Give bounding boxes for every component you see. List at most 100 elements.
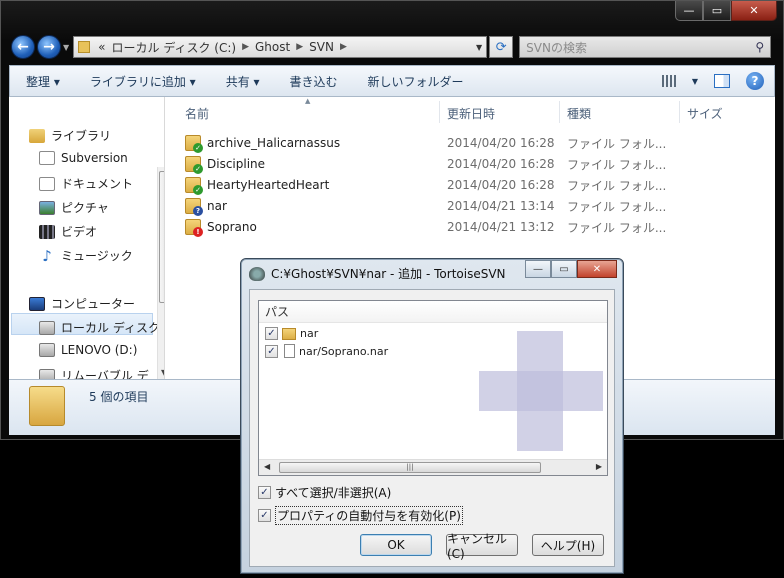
file-name: Discipline: [207, 157, 266, 171]
auto-props-checkbox[interactable]: ✓ プロパティの自動付与を有効化(P): [258, 506, 463, 525]
file-date: 2014/04/20 16:28: [447, 157, 555, 171]
file-row[interactable]: ✓ HeartyHeartedHeart 2014/04/20 16:28 ファ…: [185, 175, 765, 195]
file-icon: [284, 344, 295, 358]
add-plus-icon-bar: [479, 371, 603, 411]
file-row[interactable]: ! Soprano 2014/04/21 13:12 ファイル フォル...: [185, 217, 765, 237]
file-row[interactable]: ✓ archive_Halicarnassus 2014/04/20 16:28…: [185, 133, 765, 153]
view-options-icon[interactable]: [661, 75, 676, 87]
column-divider[interactable]: [439, 101, 440, 123]
file-name: nar: [207, 199, 227, 213]
search-input[interactable]: SVNの検索 ⚲: [519, 36, 772, 58]
nav-label: ピクチャ: [61, 201, 109, 215]
minimize-button[interactable]: —: [675, 1, 703, 21]
column-header-name[interactable]: 名前: [185, 101, 209, 125]
chevron-right-icon[interactable]: ▶: [340, 42, 347, 52]
checkbox-box[interactable]: ✓: [258, 509, 271, 522]
file-row[interactable]: ✓ Discipline 2014/04/20 16:28 ファイル フォル..…: [185, 154, 765, 174]
folder-icon: [78, 41, 91, 53]
scroll-right-icon[interactable]: ▶: [596, 462, 602, 471]
add-to-library-button[interactable]: ライブラリに追加 ▾: [90, 73, 196, 90]
dialog-caption-buttons: — ▭ ✕: [525, 260, 617, 278]
library-icon: [29, 128, 45, 143]
item-path: nar: [300, 327, 319, 340]
column-divider[interactable]: [559, 101, 560, 123]
nav-item-pictures[interactable]: ピクチャ: [39, 199, 109, 216]
close-button[interactable]: ✕: [731, 1, 777, 21]
nav-scrollbar[interactable]: ▼: [157, 167, 164, 379]
help-icon[interactable]: ?: [746, 72, 764, 90]
scroll-thumb[interactable]: |||: [279, 462, 541, 473]
dialog-close-button[interactable]: ✕: [577, 260, 617, 278]
nav-item-computer[interactable]: コンピューター: [29, 295, 135, 312]
video-icon: [39, 224, 55, 239]
column-header-type[interactable]: 種類: [567, 101, 591, 125]
share-button[interactable]: 共有 ▾: [226, 73, 260, 90]
picture-icon: [39, 200, 55, 215]
nav-item-music[interactable]: ♪ ミュージック: [39, 247, 133, 264]
crumb-svn[interactable]: SVN: [309, 40, 334, 54]
address-overflow[interactable]: «: [98, 40, 105, 54]
nav-label: ライブラリ: [51, 129, 112, 143]
nav-label: リムーバブル デ: [61, 369, 149, 379]
column-header-path[interactable]: パス: [259, 301, 607, 323]
search-icon[interactable]: ⚲: [755, 40, 764, 54]
removable-drive-icon: [39, 368, 55, 379]
recent-pages-dropdown[interactable]: ▼: [63, 43, 69, 52]
dialog-minimize-button[interactable]: —: [525, 260, 551, 278]
preview-pane-icon[interactable]: [714, 74, 730, 88]
maximize-button[interactable]: ▭: [703, 1, 731, 21]
column-header-size[interactable]: サイズ: [687, 101, 723, 125]
burn-button[interactable]: 書き込む: [290, 73, 338, 90]
item-count: 5 個の項目: [89, 390, 149, 404]
item-path: nar/Soprano.nar: [299, 344, 389, 358]
file-date: 2014/04/20 16:28: [447, 136, 555, 150]
nav-item-subversion[interactable]: Subversion: [39, 151, 128, 165]
column-divider[interactable]: [679, 101, 680, 123]
checkbox-box[interactable]: ✓: [258, 486, 271, 499]
view-dropdown-icon[interactable]: ▼: [692, 77, 698, 86]
hard-drive-icon: [39, 320, 55, 335]
organize-button[interactable]: 整理 ▾: [26, 73, 60, 90]
file-date: 2014/04/21 13:14: [447, 199, 555, 213]
help-button[interactable]: ヘルプ(H): [532, 534, 604, 556]
nav-label: LENOVO (D:): [61, 343, 138, 357]
file-name: Soprano: [207, 220, 257, 234]
search-placeholder: SVNの検索: [526, 40, 587, 55]
address-bar[interactable]: « ローカル ディスク (C:) ▶ Ghost ▶ SVN ▶ ▼: [73, 36, 488, 58]
nav-item-libraries[interactable]: ライブラリ: [29, 127, 111, 144]
crumb-ghost[interactable]: Ghost: [255, 40, 290, 54]
chevron-right-icon[interactable]: ▶: [296, 42, 303, 52]
drive-icon: [39, 343, 55, 357]
item-checkbox[interactable]: ✓: [265, 327, 278, 340]
file-row[interactable]: ? nar 2014/04/21 13:14 ファイル フォル...: [185, 196, 765, 216]
nav-item-documents[interactable]: ドキュメント: [39, 175, 133, 192]
cancel-button[interactable]: キャンセル(C): [446, 532, 518, 561]
list-hscrollbar[interactable]: ◀ ||| ▶: [259, 459, 607, 475]
subversion-library-icon: [39, 151, 55, 165]
nav-item-local-disk[interactable]: ローカル ディスク: [39, 319, 160, 336]
column-header-date[interactable]: 更新日時: [447, 101, 495, 125]
nav-item-videos[interactable]: ビデオ: [39, 223, 97, 240]
scroll-left-icon[interactable]: ◀: [264, 462, 270, 471]
item-checkbox[interactable]: ✓: [265, 344, 278, 358]
question-overlay-icon: ?: [193, 206, 203, 216]
nav-item-removable[interactable]: リムーバブル デ: [39, 367, 149, 379]
path-list[interactable]: パス ✓ nar ✓ nar/Soprano.nar ◀ ||| ▶: [258, 300, 608, 476]
dialog-maximize-button[interactable]: ▭: [551, 260, 577, 278]
new-folder-button[interactable]: 新しいフォルダー: [368, 73, 464, 90]
ok-button[interactable]: OK: [360, 534, 432, 556]
chevron-right-icon[interactable]: ▶: [242, 42, 249, 52]
forward-button[interactable]: →: [37, 35, 61, 59]
list-item[interactable]: ✓ nar: [265, 327, 318, 340]
crumb-local-disk[interactable]: ローカル ディスク (C:): [112, 39, 237, 56]
document-icon: [39, 176, 55, 191]
dialog-title-bar[interactable]: C:¥Ghost¥SVN¥nar - 追加 - TortoiseSVN: [249, 265, 506, 282]
list-item[interactable]: ✓ nar/Soprano.nar: [265, 344, 388, 358]
refresh-button[interactable]: ⟳: [489, 36, 514, 58]
back-button[interactable]: ←: [11, 35, 35, 59]
nav-item-lenovo[interactable]: LENOVO (D:): [39, 343, 137, 357]
computer-icon: [29, 296, 45, 311]
select-all-checkbox[interactable]: ✓ すべて選択/非選択(A): [258, 484, 391, 501]
address-dropdown-icon[interactable]: ▼: [476, 43, 482, 52]
command-bar: 整理 ▾ ライブラリに追加 ▾ 共有 ▾ 書き込む 新しいフォルダー ▼ ?: [9, 65, 775, 97]
